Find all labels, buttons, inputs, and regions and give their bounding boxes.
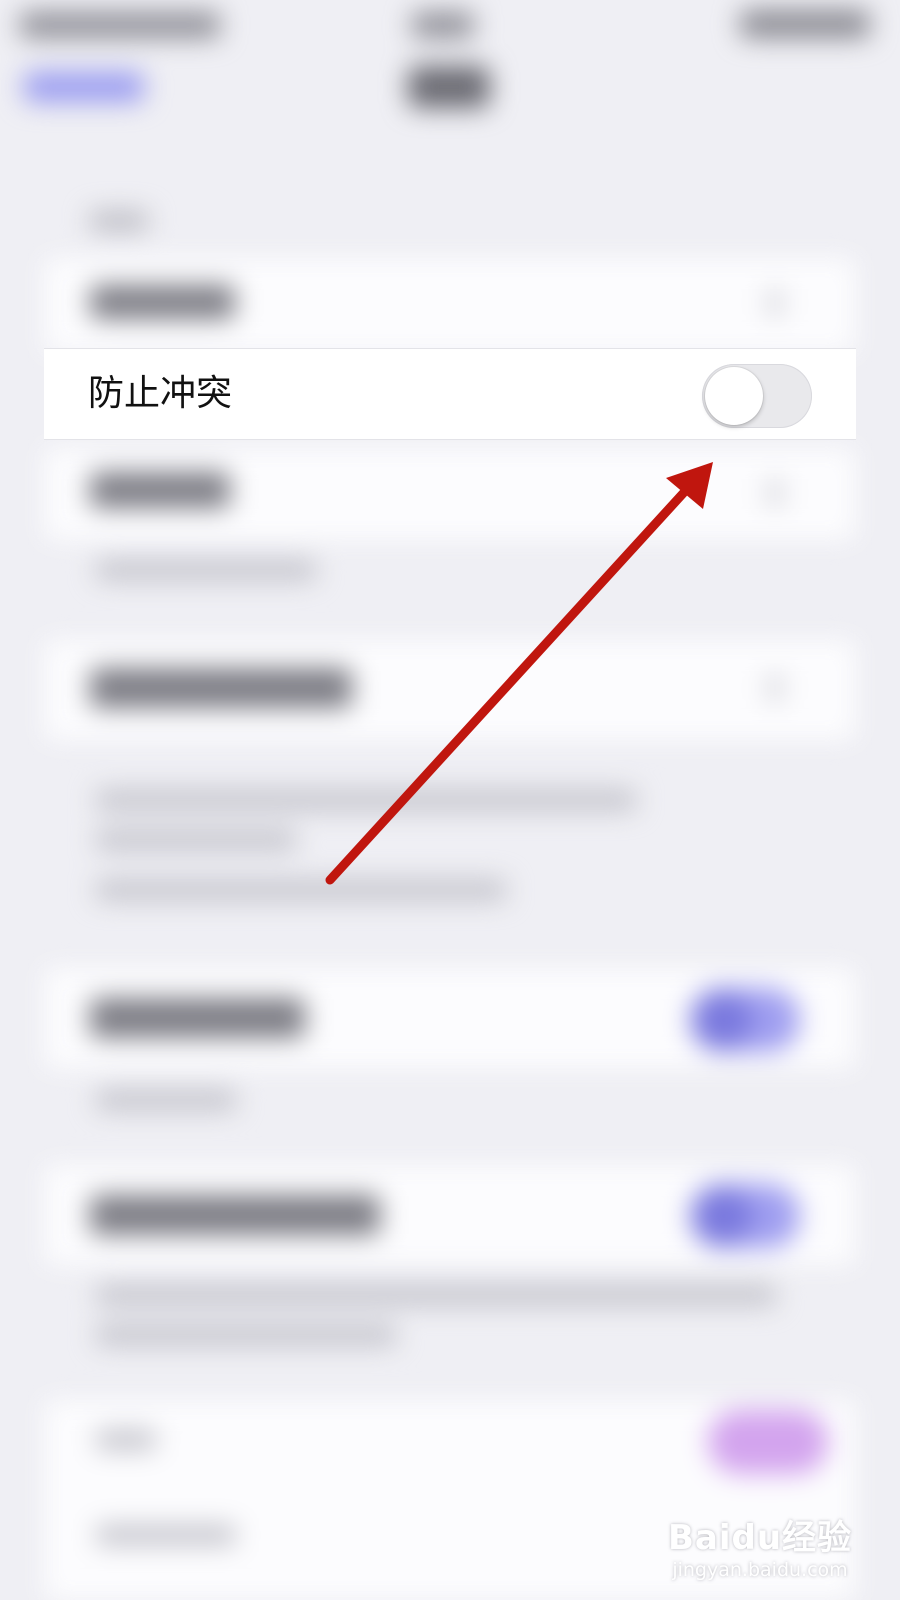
nav-title <box>408 66 490 108</box>
back-button[interactable] <box>24 72 144 102</box>
chevron-right-icon <box>768 290 782 316</box>
toggle-switch-on[interactable] <box>708 1410 828 1474</box>
status-bar-right <box>740 10 870 38</box>
row-label <box>90 285 235 319</box>
status-bar-left <box>20 12 220 38</box>
blurred-background <box>0 0 900 1600</box>
row-label <box>90 1195 380 1235</box>
row-label: 防止冲突 <box>88 373 233 414</box>
toggle-switch[interactable] <box>702 364 812 428</box>
row-description <box>96 1525 236 1545</box>
toggle-knob <box>692 1186 752 1246</box>
settings-row-prevent-conflict[interactable]: 防止冲突 <box>44 348 856 440</box>
status-bar-time <box>412 12 474 38</box>
section-header <box>90 212 148 230</box>
settings-screen: 防止冲突 Baidu经验 jingyan.baidu.com <box>0 0 900 1600</box>
chevron-right-icon <box>768 675 782 701</box>
toggle-knob <box>705 367 763 425</box>
toggle-knob <box>692 990 752 1050</box>
row-description <box>96 560 316 580</box>
row-description <box>96 790 636 810</box>
row-label <box>90 668 352 708</box>
baidu-jingyan-watermark: Baidu经验 jingyan.baidu.com <box>660 1518 860 1582</box>
row-label <box>90 472 230 508</box>
row-description <box>96 1285 776 1305</box>
row-description <box>96 880 506 900</box>
row-description <box>96 830 296 850</box>
row-label <box>90 998 305 1038</box>
chevron-right-icon <box>768 480 782 506</box>
row-description <box>96 1430 156 1450</box>
watermark-url: jingyan.baidu.com <box>672 1559 848 1581</box>
row-description <box>96 1090 236 1110</box>
watermark-logo: Baidu经验 <box>667 1518 853 1558</box>
row-description <box>96 1325 396 1345</box>
